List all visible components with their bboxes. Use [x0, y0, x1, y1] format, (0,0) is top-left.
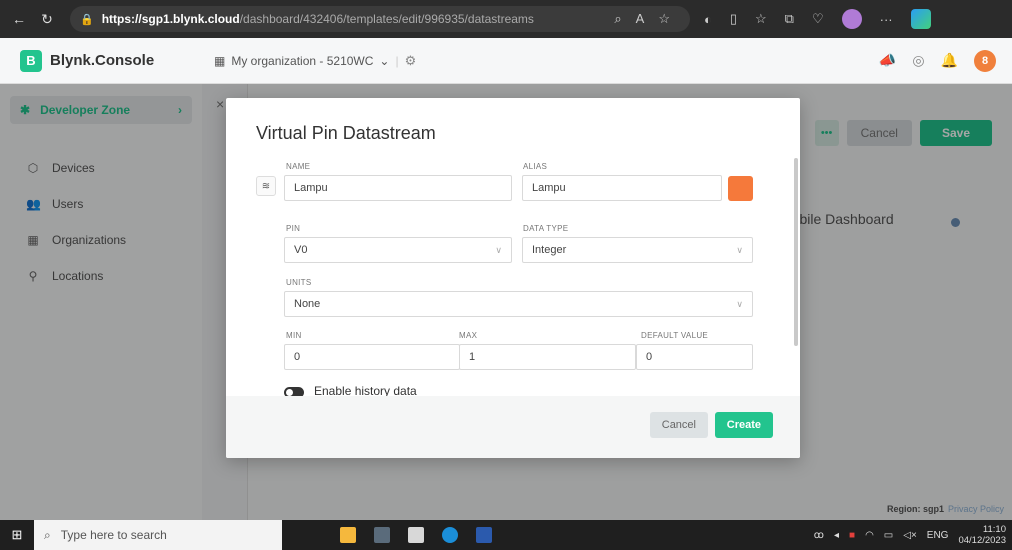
data-type-label: DATA TYPE: [523, 224, 569, 233]
chevron-down-icon: ⌄: [379, 53, 390, 68]
lock-icon: 🔒: [80, 13, 94, 26]
color-picker[interactable]: [728, 176, 753, 201]
dialog-cancel-button[interactable]: Cancel: [649, 412, 708, 438]
app-name: Blynk.Console: [50, 52, 155, 69]
pin-value: V0: [294, 244, 308, 256]
battery-icon[interactable]: ▭: [884, 530, 893, 541]
taskbar: ⊞ ⌕ Type here to search ꝏ ◂ ■ ◠ ▭ ◁× ENG…: [0, 520, 1012, 550]
chevron-down-icon: ∨: [736, 244, 743, 255]
volume-icon[interactable]: ◁×: [903, 530, 917, 541]
refresh-icon[interactable]: ↻: [36, 8, 58, 30]
favorite-star-icon[interactable]: ☆: [658, 11, 670, 27]
chevron-down-icon: ∨: [495, 244, 502, 255]
data-type-value: Integer: [532, 244, 567, 256]
network-icon[interactable]: ◠: [865, 530, 874, 541]
name-field[interactable]: Lampu: [284, 175, 512, 201]
edge-icon[interactable]: [442, 527, 458, 543]
units-value: None: [294, 298, 321, 310]
search-page-icon[interactable]: ⌕: [614, 11, 621, 27]
max-value: 1: [469, 351, 476, 363]
name-value: Lampu: [294, 182, 328, 194]
notification-icon[interactable]: 🔔: [941, 52, 958, 69]
browser-toolbar: ← ↻ 🔒 https://sgp1.blynk.cloud/dashboard…: [0, 0, 1012, 38]
avatar[interactable]: 8: [974, 49, 996, 72]
clock-time: 11:10: [982, 524, 1006, 535]
announcement-icon[interactable]: 📣: [879, 52, 896, 69]
data-type-select[interactable]: Integer ∨: [522, 237, 753, 263]
chevron-down-icon: ∨: [736, 298, 743, 309]
units-label: UNITS: [286, 278, 312, 287]
logo[interactable]: B Blynk.Console: [0, 38, 202, 83]
org-selector[interactable]: ▦ My organization - 5210WC ⌄: [214, 54, 389, 68]
file-explorer-icon[interactable]: [340, 527, 356, 543]
clock-date: 04/12/2023: [958, 535, 1006, 546]
dialog-scrollbar[interactable]: [794, 158, 798, 346]
alias-value: Lampu: [532, 182, 566, 194]
address-bar[interactable]: 🔒 https://sgp1.blynk.cloud/dashboard/432…: [70, 6, 690, 32]
dialog-title: Virtual Pin Datastream: [256, 123, 436, 143]
default-value-field[interactable]: 0: [636, 344, 753, 370]
word-icon[interactable]: [476, 527, 492, 543]
copilot-icon[interactable]: [910, 9, 931, 29]
logo-mark: B: [20, 49, 42, 72]
performance-icon[interactable]: ♡: [812, 11, 824, 27]
max-label: MAX: [459, 331, 478, 340]
org-name: My organization - 5210WC: [231, 53, 374, 68]
calculator-icon[interactable]: [408, 527, 424, 543]
windows-start-icon[interactable]: ⊞: [0, 527, 34, 543]
min-value: 0: [294, 351, 301, 363]
create-button[interactable]: Create: [714, 412, 773, 438]
min-field[interactable]: 0: [284, 344, 460, 370]
app-tray-icon[interactable]: ■: [849, 530, 855, 541]
more-menu-icon[interactable]: ···: [880, 12, 893, 27]
taskbar-apps: [340, 527, 492, 543]
clock[interactable]: 11:10 04/12/2023: [958, 524, 1006, 546]
units-select[interactable]: None ∨: [284, 291, 753, 317]
split-screen-icon[interactable]: ▯: [730, 11, 737, 27]
default-value: 0: [646, 351, 653, 363]
people-icon[interactable]: ꝏ: [814, 530, 824, 541]
url-path: /dashboard/432406/templates/edit/996935/…: [239, 12, 534, 26]
pin-label: PIN: [286, 224, 301, 233]
extension-icon[interactable]: ◐: [704, 12, 712, 27]
icon-picker-icon[interactable]: ≋: [256, 176, 276, 196]
name-label: NAME: [286, 162, 311, 171]
dialog-footer: Cancel Create: [226, 396, 800, 458]
taskbar-search[interactable]: ⌕ Type here to search: [34, 520, 282, 550]
min-label: MIN: [286, 331, 302, 340]
collections-icon[interactable]: ⧉: [785, 11, 794, 27]
system-tray: ꝏ ◂ ■ ◠ ▭ ◁× ENG 11:10 04/12/2023: [814, 524, 1012, 546]
read-aloud-icon[interactable]: A: [636, 11, 645, 27]
favorites-icon[interactable]: ☆: [755, 11, 767, 27]
default-value-label: DEFAULT VALUE: [641, 331, 709, 340]
divider: |: [395, 53, 399, 68]
alias-field[interactable]: Lampu: [522, 175, 722, 201]
building-icon: ▦: [214, 53, 226, 68]
search-icon: ⌕: [44, 527, 51, 542]
language-indicator[interactable]: ENG: [927, 530, 949, 541]
search-placeholder: Type here to search: [60, 528, 167, 542]
profile-icon[interactable]: [841, 9, 862, 29]
chevron-up-icon[interactable]: ◂: [834, 530, 839, 541]
pin-select[interactable]: V0 ∨: [284, 237, 512, 263]
datastream-dialog: Virtual Pin Datastream ≋ NAME Lampu ALIA…: [226, 98, 800, 458]
org-settings-icon[interactable]: ⚙: [405, 53, 417, 69]
app-header: B Blynk.Console ▦ My organization - 5210…: [0, 38, 1012, 84]
help-icon[interactable]: ◎: [912, 52, 924, 69]
url-host: https://sgp1.blynk.cloud: [101, 12, 240, 26]
max-field[interactable]: 1: [459, 344, 636, 370]
back-icon[interactable]: ←: [8, 8, 30, 30]
app-icon[interactable]: [374, 527, 390, 543]
alias-label: ALIAS: [523, 162, 548, 171]
